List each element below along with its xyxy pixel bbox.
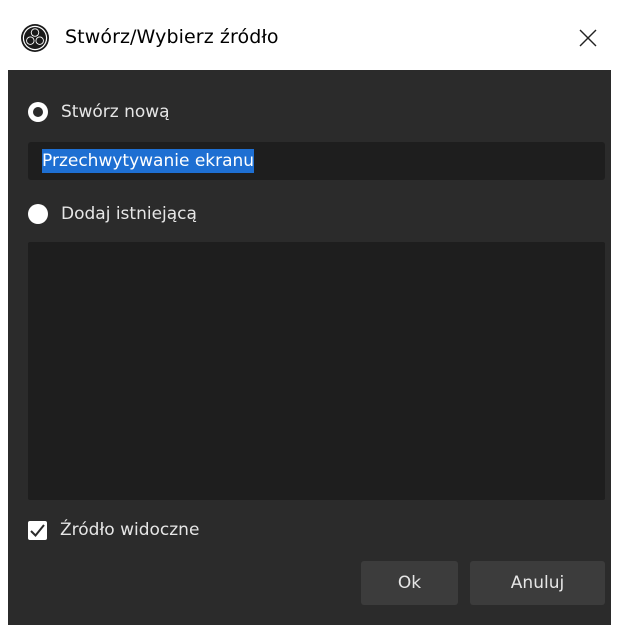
ok-button[interactable]: Ok: [361, 561, 458, 605]
add-existing-label: Dodaj istniejącą: [61, 204, 197, 224]
source-name-value: Przechwytywanie ekranu: [42, 149, 255, 173]
title-bar: Stwórz/Wybierz źródło: [0, 0, 619, 70]
create-new-radio-option[interactable]: Stwórz nową: [28, 100, 170, 124]
create-new-label: Stwórz nową: [61, 102, 170, 122]
existing-sources-list[interactable]: [28, 242, 605, 500]
visible-source-label: Źródło widoczne: [60, 520, 200, 540]
visible-source-checkbox[interactable]: [28, 520, 47, 540]
source-dialog-window: Stwórz/Wybierz źródło Stwórz nową Przech…: [0, 0, 619, 625]
cancel-button[interactable]: Anuluj: [470, 561, 605, 605]
window-title: Stwórz/Wybierz źródło: [65, 26, 279, 48]
create-new-radio-button[interactable]: [28, 102, 48, 122]
close-icon: [568, 29, 608, 60]
obs-logo-icon: [21, 24, 49, 52]
checkmark-icon: [30, 523, 45, 537]
add-existing-radio-option[interactable]: Dodaj istniejącą: [28, 202, 197, 226]
add-existing-radio-button[interactable]: [28, 204, 48, 224]
source-name-input[interactable]: Przechwytywanie ekranu: [28, 142, 605, 180]
close-button[interactable]: [568, 20, 608, 56]
dialog-content: Stwórz nową Przechwytywanie ekranu Dodaj…: [8, 70, 611, 625]
visible-source-checkbox-option[interactable]: Źródło widoczne: [28, 520, 199, 540]
